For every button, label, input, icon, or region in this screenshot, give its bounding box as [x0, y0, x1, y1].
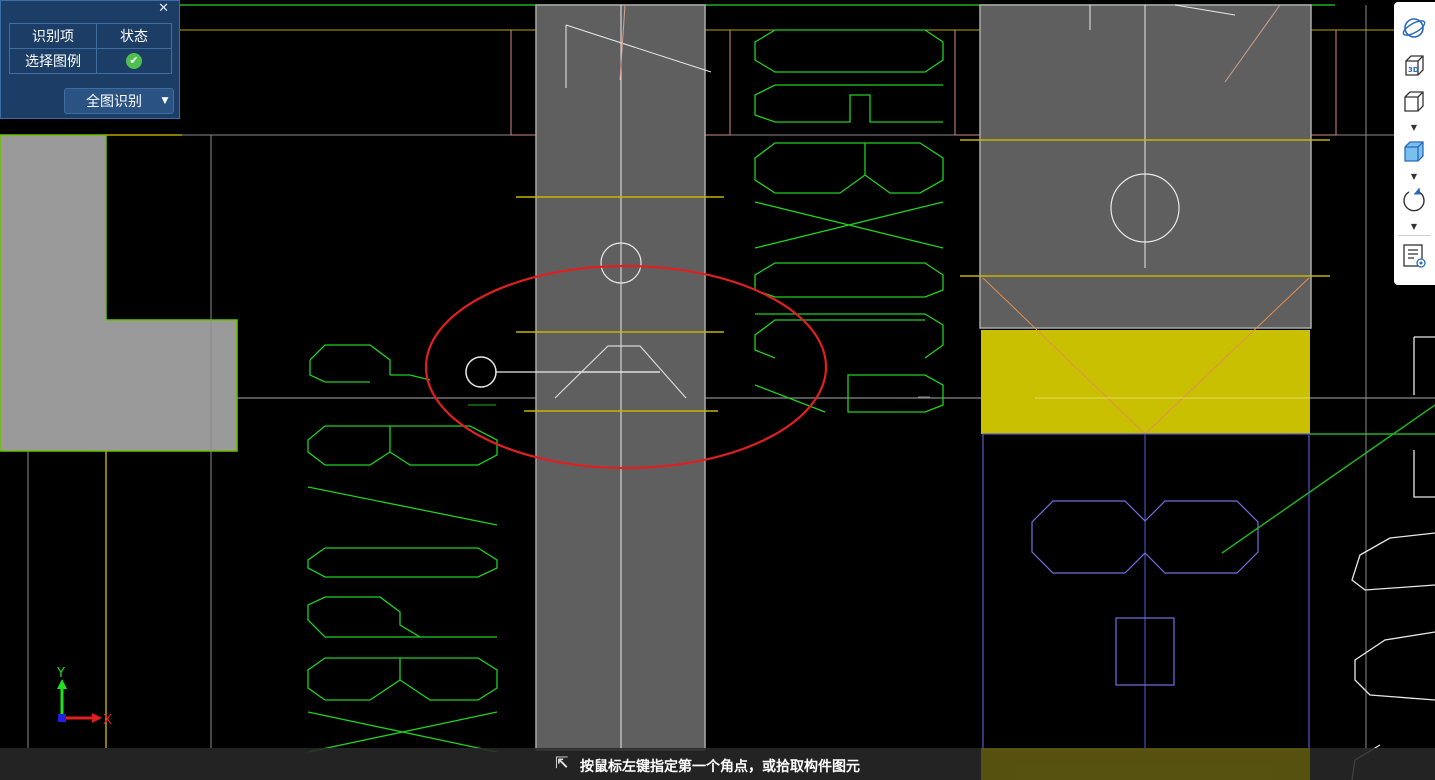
cad-text-green	[307, 344, 498, 753]
close-icon[interactable]: ✕	[158, 1, 169, 17]
check-circle-icon: ✔	[126, 53, 142, 69]
header-status: 状态	[96, 23, 172, 49]
orbit-icon[interactable]	[1400, 14, 1428, 42]
caret-down-icon[interactable]: ▼	[1409, 124, 1419, 132]
y-axis-label: Y	[56, 666, 65, 681]
cube-outline-icon[interactable]	[1400, 88, 1428, 116]
full-recognition-label: 全图识别	[86, 94, 142, 110]
pick-corner-icon: ⇱	[555, 753, 569, 772]
view-toolbar: 3D ▼ ▼ ▼	[1394, 2, 1435, 285]
pointer-circle	[465, 356, 497, 388]
row-select-legend[interactable]: 选择图例	[9, 48, 97, 74]
full-recognition-button[interactable]: 全图识别 ▼	[64, 88, 174, 114]
cad-drawing-canvas[interactable]	[0, 0, 1435, 780]
row-status: ✔	[96, 48, 172, 74]
caret-down-icon[interactable]: ▼	[157, 96, 173, 106]
display-settings-icon[interactable]	[1400, 242, 1428, 270]
dimension-line	[705, 30, 731, 136]
cad-text-white	[1351, 336, 1435, 780]
3d-view-icon[interactable]: 3D	[1400, 52, 1428, 80]
dimension-line	[954, 30, 980, 136]
rotate-icon[interactable]	[1400, 186, 1428, 214]
3d-view-label: 3D	[1408, 66, 1419, 74]
highlight-region[interactable]	[981, 330, 1310, 434]
x-axis-label: X	[103, 713, 112, 728]
caret-down-icon[interactable]: ▼	[1409, 173, 1419, 181]
recognition-panel: ✕ 识别项 状态 选择图例 ✔ 全图识别 ▼	[0, 0, 180, 119]
dimension-line	[1311, 30, 1337, 136]
table-row[interactable]: 选择图例 ✔	[9, 48, 172, 74]
dimension-line	[510, 30, 536, 136]
highlight-region	[981, 748, 1310, 780]
header-recognition-item: 识别项	[9, 23, 97, 49]
cad-text-green	[754, 29, 944, 413]
wall-block	[0, 134, 238, 452]
table-header-row: 识别项 状态	[9, 23, 172, 49]
caret-down-icon[interactable]: ▼	[1409, 223, 1419, 231]
toolbar-divider	[1398, 235, 1431, 236]
command-prompt-text: 按鼠标左键指定第一个角点，或拾取构件图元	[580, 759, 860, 775]
ucs-axis-indicator: Y X	[56, 666, 112, 728]
recognition-table: 识别项 状态 选择图例 ✔	[9, 23, 172, 74]
footing-outline	[982, 433, 1310, 751]
cube-filled-icon[interactable]	[1400, 138, 1428, 166]
